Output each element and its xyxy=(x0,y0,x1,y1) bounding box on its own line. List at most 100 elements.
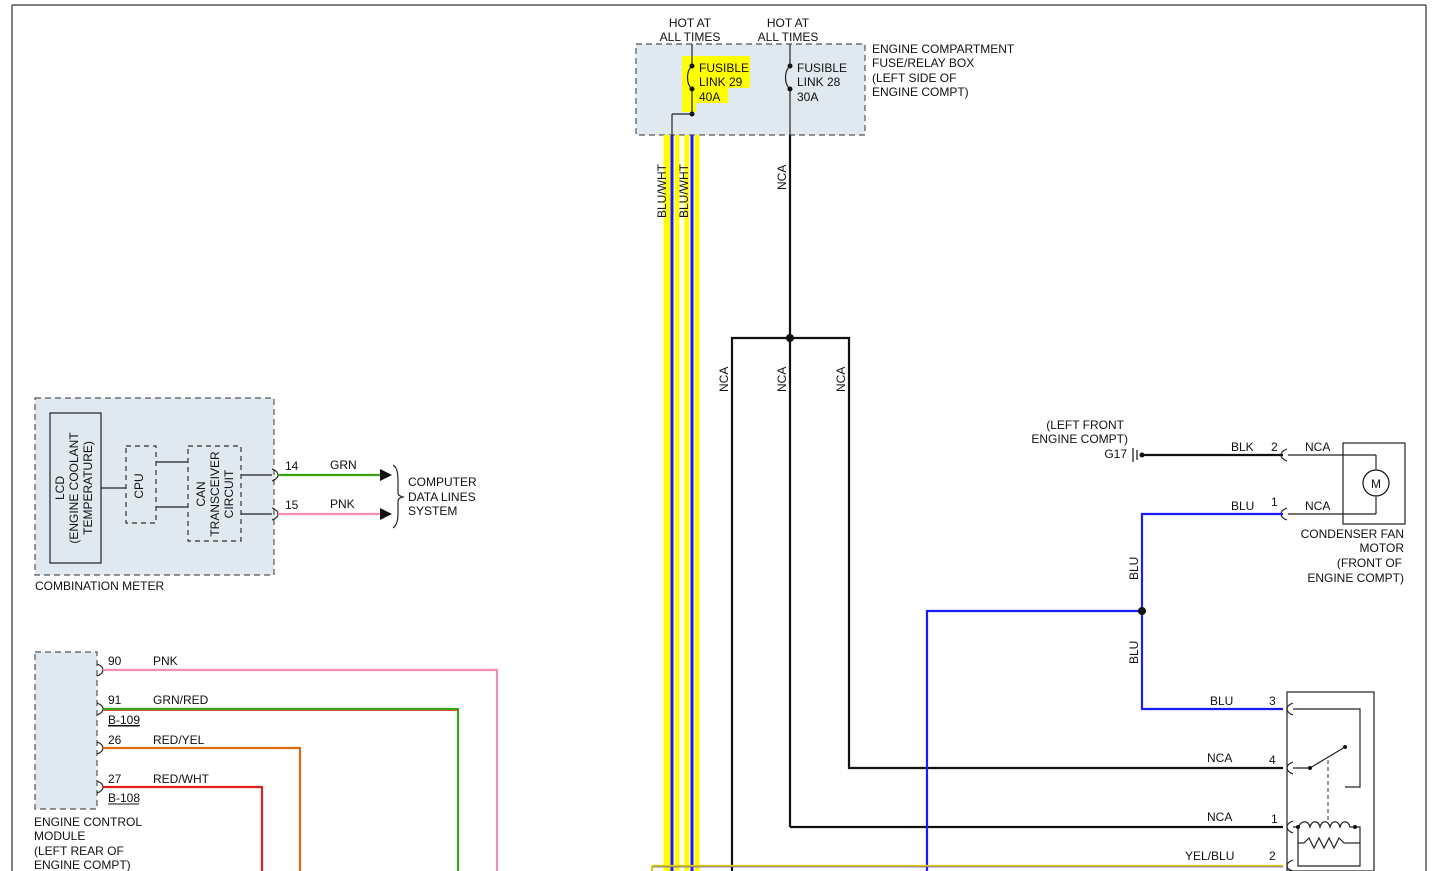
fan-motor-name: ENGINE COMPT) xyxy=(1307,571,1404,585)
relay-outline xyxy=(1286,691,1375,871)
ground-location: (LEFT FRONT xyxy=(1046,418,1124,432)
connector-91 xyxy=(96,702,104,716)
connector-b109: B-109 xyxy=(108,713,140,727)
can-label: CIRCUIT xyxy=(222,469,236,518)
relay-pin-3: 3 xyxy=(1269,694,1276,708)
relay: 3 4 1 2 BLU NCA NCA YEL/BLU xyxy=(1185,691,1375,871)
fuse-box-title: FUSE/RELAY BOX xyxy=(872,56,974,70)
wiring-diagram: HOT AT ALL TIMES HOT AT ALL TIMES ENGINE… xyxy=(11,4,1427,871)
relay-contact-fixed xyxy=(1345,747,1361,788)
wire-label-blu-wht-2: BLU/WHT xyxy=(677,163,691,218)
hot-at-all-times-1: HOT AT xyxy=(669,16,712,30)
fan-pin-1: 1 xyxy=(1271,495,1278,509)
relay-coil-wire xyxy=(1293,826,1361,867)
wire-label-nca-top: NCA xyxy=(775,165,789,190)
ground-id: G17 xyxy=(1104,447,1127,461)
relay-coil-node xyxy=(1353,825,1357,829)
pin-91: 91 xyxy=(108,693,122,707)
ecm-name: MODULE xyxy=(34,829,85,843)
cpu-label: CPU xyxy=(132,473,146,498)
connector-27 xyxy=(96,780,104,794)
fan-nca-2: NCA xyxy=(1305,440,1330,454)
pin-90: 90 xyxy=(108,654,122,668)
fusible-link-28-label: LINK 28 xyxy=(797,75,841,89)
fan-nca-1: NCA xyxy=(1305,499,1330,513)
condenser-fan-motor: M 2 1 BLK BLU NCA NCA CONDENSER FAN MOTO… xyxy=(1231,440,1406,585)
combination-meter-name: COMBINATION METER xyxy=(35,579,164,593)
lcd-label: TEMPERATURE) xyxy=(81,441,95,535)
lcd-label: (ENGINE COOLANT xyxy=(67,432,81,544)
wire-label-blu-lower: BLU xyxy=(1127,641,1141,664)
fuse-box-title: ENGINE COMPARTMENT xyxy=(872,42,1015,56)
can-label: CAN xyxy=(194,481,208,506)
fan-motor-name: CONDENSER FAN xyxy=(1301,527,1404,541)
hot-at-all-times-2: HOT AT xyxy=(767,16,810,30)
connector-26 xyxy=(96,741,104,755)
ecm-name: ENGINE COMPT) xyxy=(34,858,131,871)
wire-label-nca-mid: NCA xyxy=(775,367,789,392)
wire-label-blu-fan: BLU xyxy=(1231,499,1254,513)
fusible-link-28-label: 30A xyxy=(797,90,818,104)
relay-switch-pivot xyxy=(1308,766,1312,770)
relay-coil-node xyxy=(1296,825,1300,829)
engine-control-module: ENGINE CONTROL MODULE (LEFT REAR OF ENGI… xyxy=(34,651,499,871)
nca-wire-left xyxy=(730,336,790,871)
relay-pin-4: 4 xyxy=(1269,753,1276,767)
ecm-outline xyxy=(34,651,98,810)
computer-data-lines-label: SYSTEM xyxy=(408,504,457,518)
fuse-box-outline xyxy=(635,43,866,136)
relay-coil xyxy=(1297,821,1355,830)
ground-location: ENGINE COMPT) xyxy=(1031,432,1128,446)
wire-blu-fan xyxy=(1140,512,1283,711)
relay-pin-2: 2 xyxy=(1269,849,1276,863)
relay-contact-3 xyxy=(1293,708,1361,747)
wire-red-yel-26 xyxy=(103,746,302,871)
wire-label-relay-3: BLU xyxy=(1210,694,1233,708)
fusible-link-29-label: FUSIBLE xyxy=(699,61,749,75)
fusible-link-28-terminal xyxy=(787,63,793,69)
connector-relay-2 xyxy=(1286,859,1294,871)
wire-label-blk: BLK xyxy=(1231,440,1254,454)
lcd-label: LCD xyxy=(53,476,67,500)
can-label: TRANSCEIVER xyxy=(208,451,222,537)
connector-relay-3 xyxy=(1286,702,1294,716)
wire-label-relay-2: YEL/BLU xyxy=(1185,849,1234,863)
computer-data-lines-label: DATA LINES xyxy=(408,490,476,504)
combination-meter: LCD (ENGINE COOLANT TEMPERATURE) CPU CAN… xyxy=(34,397,477,593)
wire-label-blu-wht-1: BLU/WHT xyxy=(655,163,669,218)
fusible-link-28-label: FUSIBLE xyxy=(797,61,847,75)
ecm-name: ENGINE CONTROL xyxy=(34,815,142,829)
nca-branch: NCA NCA NCA NCA xyxy=(717,135,1283,871)
connector-b108: B-108 xyxy=(108,791,140,805)
splice-blu xyxy=(1138,607,1146,615)
pin-27: 27 xyxy=(108,772,122,786)
wire-label-relay-1: NCA xyxy=(1207,810,1232,824)
connector-relay-4 xyxy=(1286,761,1294,775)
wire-label-26: RED/YEL xyxy=(153,733,205,747)
connector-relay-1 xyxy=(1286,820,1294,834)
wire-label-nca-right: NCA xyxy=(834,367,848,392)
arrow-15 xyxy=(380,508,392,520)
relay-switch-arm xyxy=(1309,746,1346,769)
pin-26: 26 xyxy=(108,733,122,747)
wire-label-blu-upper: BLU xyxy=(1127,557,1141,580)
wire-label-grn: GRN xyxy=(330,458,357,472)
fan-motor-name: MOTOR xyxy=(1360,541,1405,555)
fuse-relay-box: HOT AT ALL TIMES HOT AT ALL TIMES ENGINE… xyxy=(635,16,1015,136)
relay-pin-1: 1 xyxy=(1271,812,1278,826)
fuse-box-title: ENGINE COMPT) xyxy=(872,85,969,99)
wire-label-relay-4: NCA xyxy=(1207,751,1232,765)
fan-motor-name: (FRONT OF xyxy=(1337,556,1402,570)
fan-pin-2: 2 xyxy=(1271,440,1278,454)
hot-at-all-times-1b: ALL TIMES xyxy=(660,30,721,44)
fusible-link-29-terminal xyxy=(689,63,695,69)
pin-14: 14 xyxy=(285,459,299,473)
computer-data-lines-label: COMPUTER xyxy=(408,475,477,489)
relay-resistor xyxy=(1303,836,1345,850)
hot-at-all-times-2b: ALL TIMES xyxy=(758,30,819,44)
wire-blu-branch xyxy=(925,609,1142,871)
arrow-14 xyxy=(380,469,392,481)
brace xyxy=(392,464,405,529)
wire-label-27: RED/WHT xyxy=(153,772,210,786)
wire-label-nca-left: NCA xyxy=(717,367,731,392)
